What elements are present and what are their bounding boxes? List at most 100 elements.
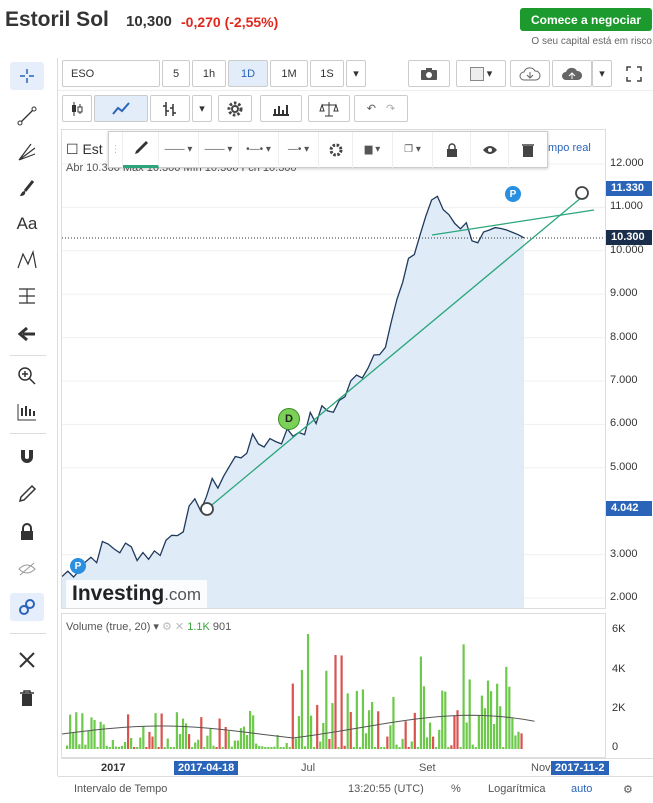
auto-toggle[interactable]: auto — [571, 783, 592, 795]
chart-type-chevron-icon[interactable]: ▾ — [192, 95, 212, 122]
hide-icon[interactable] — [10, 555, 44, 583]
footer-settings-gear-icon[interactable]: ⚙ — [623, 783, 633, 796]
candlestick-icon[interactable] — [62, 95, 92, 122]
start-trading-button[interactable]: Comece a negociar — [520, 8, 652, 31]
volume-bar — [480, 695, 483, 749]
chart-title: ☐ Est — [66, 141, 103, 157]
measure-icon[interactable] — [10, 398, 44, 426]
volume-bar — [175, 712, 178, 749]
dividend-marker[interactable]: D — [278, 408, 300, 430]
volume-bar — [438, 729, 441, 749]
undo-icon[interactable]: ↶ — [367, 102, 376, 115]
symbol-input[interactable]: ESO — [62, 60, 160, 87]
volume-bar — [413, 712, 416, 749]
volume-bar — [142, 726, 145, 749]
volume-bar — [242, 726, 246, 749]
drawing-floating-toolbar: ⋮ —— ▾ —— ▾ •—• ▾ —• ▾ ▆ ▾ ❐ ▾ — [108, 131, 548, 168]
volume-bar — [401, 738, 404, 749]
fib-retracement-icon[interactable] — [10, 282, 44, 310]
volume-bar — [69, 714, 72, 749]
arrow-left-icon[interactable] — [10, 320, 44, 348]
settings-gear-icon[interactable] — [218, 95, 252, 122]
volume-bar — [66, 745, 69, 749]
pen-color-icon[interactable] — [123, 131, 159, 168]
save-dropdown-chevron-icon[interactable]: ▾ — [592, 60, 612, 87]
bars-icon[interactable] — [150, 95, 190, 122]
line-end-icon[interactable]: —• ▾ — [279, 131, 319, 168]
cloud-upload-icon[interactable] — [552, 60, 592, 87]
stay-drawing-icon[interactable] — [10, 480, 44, 508]
line-color-icon[interactable]: —— ▾ — [159, 131, 199, 168]
line-settings-gear-icon[interactable] — [319, 131, 353, 168]
volume-panel[interactable] — [61, 613, 606, 758]
compare-scale-icon[interactable] — [308, 95, 350, 122]
lock-drawing-icon[interactable] — [433, 131, 471, 168]
stock-name: Estoril Sol — [5, 8, 109, 31]
volume-bar — [355, 690, 358, 749]
interval-5[interactable]: 5 — [162, 60, 190, 87]
pitchfork-icon[interactable] — [10, 138, 44, 166]
volume-legend: Volume (true, 20) ▾ ⚙ ✕ 1.1K 901 — [66, 621, 232, 633]
volume-bar — [319, 741, 322, 749]
time-range-button[interactable]: Intervalo de Tempo — [74, 783, 167, 795]
crosshair-icon[interactable] — [10, 62, 44, 90]
tools-icon[interactable] — [10, 646, 44, 674]
interval-dropdown-chevron-icon[interactable]: ▾ — [346, 60, 366, 87]
trend-line-icon[interactable] — [10, 102, 44, 130]
trend-anchor-end — [575, 186, 589, 200]
volume-bar — [197, 739, 200, 749]
delete-drawing-icon[interactable] — [509, 132, 547, 168]
volume-bar — [331, 703, 334, 749]
trash-icon[interactable] — [10, 684, 44, 712]
fullscreen-icon[interactable] — [620, 60, 648, 87]
interval-1s[interactable]: 1S — [310, 60, 344, 87]
eye-icon[interactable] — [471, 131, 509, 168]
drag-handle-icon[interactable]: ⋮ — [109, 131, 123, 168]
pattern-icon[interactable] — [10, 246, 44, 274]
price-chart[interactable] — [61, 129, 606, 609]
brush-icon[interactable] — [10, 174, 44, 202]
log-toggle[interactable]: Logarítmica — [488, 783, 545, 795]
volume-bar — [462, 644, 465, 749]
volume-bar — [184, 723, 188, 749]
interval-1d[interactable]: 1D — [228, 60, 268, 87]
magnet-icon[interactable] — [10, 442, 44, 470]
split-marker-p[interactable]: P — [505, 186, 521, 202]
visibility-layers-icon[interactable]: ▆ ▾ — [353, 131, 393, 168]
camera-icon[interactable] — [408, 60, 450, 87]
text-icon[interactable]: Aa — [10, 210, 44, 238]
lock-icon[interactable] — [10, 518, 44, 546]
header: Estoril Sol 10,300 -0,270 (-2,55%) Comec… — [0, 0, 653, 58]
price-axis[interactable]: 11.330 10.300 4.042 12.000 11.000 10.000 9.… — [606, 129, 653, 609]
cloud-download-icon[interactable] — [510, 60, 550, 87]
clone-icon[interactable]: ❐ ▾ — [393, 131, 433, 168]
volume-bar — [328, 738, 331, 749]
last-price-label: 10.300 — [606, 230, 652, 245]
area-chart-icon[interactable] — [94, 95, 148, 122]
line-style-icon[interactable]: •—• ▾ — [239, 131, 279, 168]
volume-bar — [398, 747, 401, 749]
volume-bar — [374, 747, 377, 749]
stock-price: 10,300 — [126, 13, 172, 30]
zoom-icon[interactable] — [10, 362, 44, 390]
time-axis[interactable]: 2017 2017-04-18 Jul Set Nov 2017-11-2 — [61, 758, 653, 776]
line-width-icon[interactable]: —— ▾ — [199, 131, 239, 168]
indicators-icon[interactable] — [260, 95, 302, 122]
y-tick-label: 10.000 — [610, 243, 644, 256]
volume-bar — [191, 747, 194, 749]
volume-bar — [407, 746, 410, 749]
volume-bar — [520, 733, 523, 749]
volume-bar — [194, 742, 197, 749]
volume-bar — [252, 715, 255, 749]
split-marker-p-left[interactable]: P — [70, 558, 86, 574]
color-picker-icon[interactable]: ▾ — [456, 60, 506, 87]
volume-bar — [349, 711, 352, 749]
volume-bar — [334, 655, 337, 749]
sync-link-icon[interactable] — [10, 593, 44, 621]
redo-icon[interactable]: ↷ — [386, 102, 395, 115]
volume-bar — [218, 718, 221, 749]
interval-1h[interactable]: 1h — [192, 60, 226, 87]
volume-bar — [270, 747, 273, 749]
interval-1m[interactable]: 1M — [270, 60, 308, 87]
percent-toggle[interactable]: % — [451, 783, 461, 795]
